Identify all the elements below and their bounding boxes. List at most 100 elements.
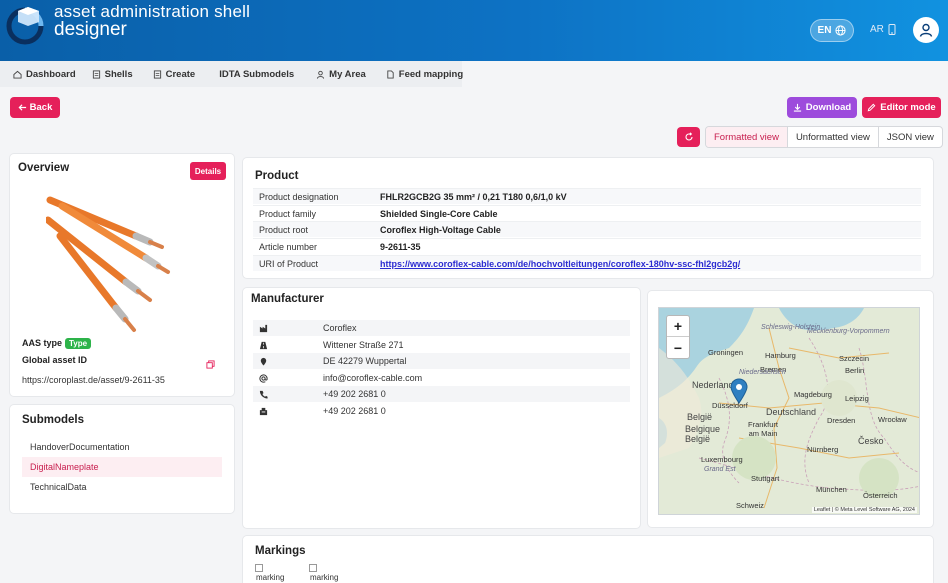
nav-dashboard[interactable]: Dashboard — [0, 69, 76, 80]
map-label: Mecklenburg-Vorpommern — [807, 328, 890, 335]
marking-image[interactable]: marking — [309, 564, 338, 582]
manufacturer-row: Wittener Straße 271 — [253, 337, 630, 353]
product-value: 9-2611-35 — [380, 241, 421, 252]
product-row: Product family Shielded Single-Core Cabl… — [253, 205, 921, 221]
phone-device-icon — [888, 24, 896, 35]
broken-image-icon — [255, 564, 263, 572]
map-label: Frankfurt am Main — [747, 420, 778, 438]
submodel-item-nameplate[interactable]: DigitalNameplate — [22, 457, 222, 477]
copy-icon[interactable] — [206, 360, 215, 369]
manufacturer-email[interactable]: info@coroflex-cable.com — [323, 373, 422, 383]
phone-icon — [259, 390, 268, 399]
view-mode-toggle: Formatted view Unformatted view JSON vie… — [705, 126, 943, 148]
road-icon — [259, 341, 268, 349]
overview-card: Overview Details AAS type Type Global as… — [10, 154, 234, 396]
map-label: Nürnberg — [807, 445, 839, 454]
markings-title: Markings — [255, 545, 306, 557]
marking-alt-text: marking — [310, 573, 339, 582]
submodels-title: Submodels — [22, 414, 84, 426]
aas-logo-icon[interactable] — [6, 3, 48, 45]
product-row: Product root Coroflex High-Voltage Cable — [253, 221, 921, 237]
map-label: Österreich — [863, 491, 898, 500]
submodel-item-handover[interactable]: HandoverDocumentation — [22, 437, 222, 457]
user-avatar[interactable] — [913, 17, 939, 43]
zoom-in-button[interactable]: + — [667, 316, 689, 337]
product-key: Product root — [259, 224, 309, 235]
map-label: Niedersachsen — [739, 369, 786, 376]
nav-my-area[interactable]: My Area — [294, 69, 366, 80]
ar-label: AR — [870, 24, 884, 35]
product-row: Article number 9-2611-35 — [253, 238, 921, 254]
fax-icon — [259, 407, 268, 415]
map-label: Magdeburg — [794, 390, 832, 399]
submodels-card: Submodels HandoverDocumentation DigitalN… — [10, 405, 234, 513]
manufacturer-row: info@coroflex-cable.com — [253, 370, 630, 386]
doc-icon — [92, 69, 100, 79]
map-label: Nederland — [692, 380, 734, 390]
map-label: Leipzig — [845, 394, 869, 403]
manufacturer-street: Wittener Straße 271 — [323, 340, 404, 350]
broken-image-icon — [309, 564, 317, 572]
map-label: Deutschland — [766, 407, 817, 417]
main-nav: Dashboard Shells Create IDTA Submodels M… — [0, 61, 463, 87]
arrow-left-icon — [18, 104, 26, 111]
product-value: Shielded Single-Core Cable — [380, 208, 498, 219]
json-view-button[interactable]: JSON view — [877, 127, 942, 147]
nav-shells-label: Shells — [104, 68, 133, 80]
map-label: Stuttgart — [751, 474, 780, 483]
manufacturer-phone[interactable]: +49 202 2681 0 — [323, 389, 386, 399]
product-image[interactable] — [46, 194, 172, 334]
details-button[interactable]: Details — [190, 162, 226, 180]
product-key: Product family — [259, 208, 317, 219]
manufacturer-title: Manufacturer — [251, 293, 324, 305]
product-value: Coroflex High-Voltage Cable — [380, 224, 501, 235]
language-selector[interactable]: EN — [810, 19, 854, 42]
refresh-icon — [684, 132, 693, 141]
editor-mode-button[interactable]: Editor mode — [862, 97, 941, 118]
ar-button[interactable]: AR — [870, 24, 896, 35]
manufacturer-row: DE 42279 Wuppertal — [253, 353, 630, 369]
product-value: FHLR2GCB2G 35 mm² / 0,21 T180 0,6/1,0 kV — [380, 191, 567, 202]
map-label: Belgique — [685, 424, 721, 434]
nav-shells[interactable]: Shells — [76, 69, 133, 80]
pencil-icon — [867, 103, 876, 112]
location-map[interactable]: + − Schleswig-Holstein Mecklenburg-Vorpo… — [658, 307, 920, 515]
download-icon — [793, 103, 801, 112]
product-card: Product Product designation FHLR2GCB2G 3… — [243, 158, 933, 278]
global-asset-id-label: Global asset ID — [22, 355, 88, 365]
nav-feed-mapping-label: Feed mapping — [398, 68, 464, 80]
user-icon — [317, 70, 325, 79]
map-label: Česko — [858, 436, 884, 446]
nav-idta-label: IDTA Submodels — [219, 68, 295, 80]
submodel-item-technical[interactable]: TechnicalData — [22, 477, 222, 497]
map-marker-icon[interactable] — [730, 378, 748, 404]
nav-idta-submodels[interactable]: IDTA Submodels — [195, 69, 294, 80]
refresh-button[interactable] — [677, 127, 700, 147]
map-label: Szczecin — [839, 354, 870, 363]
download-button-label: Download — [805, 102, 852, 113]
manufacturer-row: +49 202 2681 0 — [253, 386, 630, 402]
map-label: Luxembourg — [701, 455, 743, 464]
nav-dashboard-label: Dashboard — [26, 68, 76, 80]
nav-create[interactable]: Create — [133, 69, 195, 80]
marking-image[interactable]: marking — [255, 564, 284, 582]
product-key: Product designation — [259, 191, 339, 202]
zoom-out-button[interactable]: − — [667, 337, 689, 358]
doc-icon — [153, 69, 161, 79]
map-label: München — [816, 485, 847, 494]
at-icon — [259, 373, 268, 383]
download-button[interactable]: Download — [787, 97, 857, 118]
nav-feed-mapping[interactable]: Feed mapping — [366, 69, 463, 80]
product-uri-link[interactable]: https://www.coroflex-cable.com/de/hochvo… — [380, 259, 740, 269]
marking-alt-text: marking — [256, 573, 285, 582]
markings-card: Markings marking marking — [243, 536, 933, 583]
manufacturer-card: Manufacturer Coroflex Wittener Straße 27… — [243, 288, 640, 528]
map-label: Groningen — [708, 348, 744, 357]
product-title: Product — [255, 170, 299, 182]
map-label: Schweiz — [736, 501, 764, 510]
map-attribution[interactable]: Leaflet | © Meta Level Software AG, 2024 — [811, 507, 917, 513]
back-button[interactable]: Back — [10, 97, 60, 118]
formatted-view-button[interactable]: Formatted view — [706, 127, 787, 147]
unformatted-view-button[interactable]: Unformatted view — [786, 127, 878, 147]
map-label: Grand Est — [704, 466, 736, 473]
